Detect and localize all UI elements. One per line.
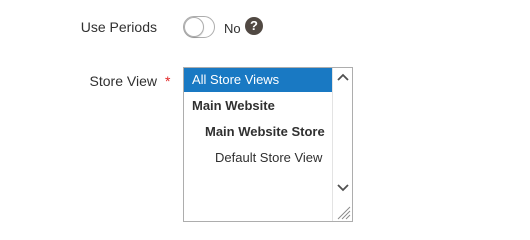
use-periods-label: Use Periods <box>80 19 157 35</box>
resize-grip-icon[interactable] <box>335 204 351 220</box>
vertical-scrollbar[interactable] <box>332 68 352 221</box>
toggle-knob <box>184 17 204 37</box>
use-periods-state: No <box>224 21 241 36</box>
scroll-down-arrow-icon[interactable] <box>333 181 352 199</box>
required-asterisk: * <box>165 73 171 89</box>
store-view-options: All Store Views Main Website Main Websit… <box>184 68 332 221</box>
scroll-up-arrow-icon[interactable] <box>333 70 352 88</box>
option-main-website[interactable]: Main Website <box>184 94 332 118</box>
option-all-store-views[interactable]: All Store Views <box>184 68 332 92</box>
store-view-label: Store View <box>89 73 157 89</box>
option-default-store-view[interactable]: Default Store View <box>184 146 332 170</box>
use-periods-toggle[interactable] <box>183 16 215 38</box>
store-view-multiselect[interactable]: All Store Views Main Website Main Websit… <box>183 67 353 222</box>
option-main-website-store[interactable]: Main Website Store <box>184 120 332 144</box>
help-icon[interactable]: ? <box>245 17 263 35</box>
